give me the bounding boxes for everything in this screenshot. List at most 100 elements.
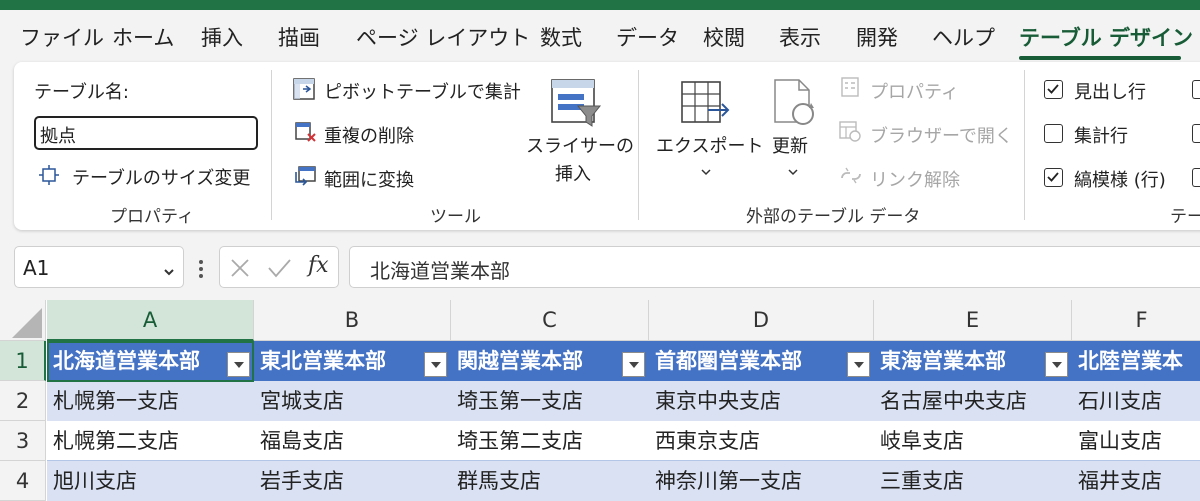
row-header-1[interactable]: 1	[0, 341, 46, 381]
table-cell[interactable]: 東京中央支店	[649, 381, 874, 421]
banded-rows-label: 縞模様 (行)	[1074, 170, 1166, 191]
tab-table-design[interactable]: テーブル デザイン	[1019, 22, 1193, 52]
group-separator	[271, 70, 272, 220]
table-cell[interactable]: 岐阜支店	[874, 421, 1072, 461]
table-cell[interactable]: 札幌第一支店	[47, 381, 254, 421]
tab-view[interactable]: 表示	[779, 22, 821, 52]
table-cell[interactable]: 宮城支店	[254, 381, 451, 421]
export-icon	[678, 76, 732, 130]
open-in-browser-button[interactable]: ブラウザーで開く	[870, 122, 1013, 148]
total-row-checkbox[interactable]	[1044, 124, 1063, 143]
table-header-cell[interactable]: 北陸営業本	[1072, 341, 1200, 381]
table-cell[interactable]: 埼玉第二支店	[451, 421, 649, 461]
name-box-value: A1	[23, 256, 50, 280]
table-cell[interactable]: 名古屋中央支店	[874, 381, 1072, 421]
filter-dropdown-icon[interactable]	[424, 352, 447, 377]
table-cell[interactable]: 福井支店	[1072, 461, 1200, 501]
column-header-b[interactable]: B	[254, 300, 451, 341]
convert-to-range-icon	[292, 164, 318, 190]
properties-icon	[840, 76, 860, 98]
remove-duplicates-icon	[294, 120, 318, 144]
total-row-label: 集計行	[1074, 126, 1128, 147]
column-header-e[interactable]: E	[874, 300, 1072, 341]
table-cell[interactable]: 富山支店	[1072, 421, 1200, 461]
tab-review[interactable]: 校閲	[703, 22, 745, 52]
table-cell[interactable]: 岩手支店	[254, 461, 451, 501]
table-name-input[interactable]: 拠点	[34, 116, 258, 150]
table-cell[interactable]: 石川支店	[1072, 381, 1200, 421]
pivot-table-icon	[292, 77, 316, 101]
table-header-cell[interactable]: 北海道営業本部	[47, 341, 254, 381]
summarize-pivot-button[interactable]: ピボットテーブルで集計	[324, 78, 521, 104]
refresh-button[interactable]: 更新	[772, 132, 808, 158]
remove-duplicates-button[interactable]: 重複の削除	[324, 122, 414, 148]
resize-table-button[interactable]: テーブルのサイズ変更	[72, 164, 250, 190]
header-text: 北海道営業本部	[53, 349, 200, 373]
insert-slicer-button[interactable]: スライサーの	[526, 132, 634, 158]
tab-page-layout[interactable]: ページ レイアウト	[356, 22, 530, 52]
table-header-cell[interactable]: 東海営業本部	[874, 341, 1072, 381]
table-cell[interactable]: 群馬支店	[451, 461, 649, 501]
group-separator	[638, 70, 639, 220]
tab-draw[interactable]: 描画	[278, 22, 320, 52]
checkbox-cut[interactable]	[1192, 168, 1200, 187]
group-separator	[1024, 70, 1025, 220]
table-cell[interactable]: 西東京支店	[649, 421, 874, 461]
row-header-2[interactable]: 2	[0, 381, 46, 421]
header-row-checkbox[interactable]	[1044, 80, 1063, 99]
formula-input[interactable]: 北海道営業本部	[349, 246, 1200, 288]
tab-developer[interactable]: 開発	[856, 22, 898, 52]
row-header-4[interactable]: 4	[0, 461, 46, 501]
tools-group-label: ツール	[430, 207, 481, 227]
filter-dropdown-icon[interactable]	[1045, 352, 1068, 377]
table-name-label: テーブル名:	[34, 82, 129, 103]
column-header-d[interactable]: D	[649, 300, 874, 341]
insert-slicer-icon	[548, 76, 604, 132]
column-header-a[interactable]: A	[47, 300, 254, 341]
external-properties-button[interactable]: プロパティ	[870, 78, 959, 104]
table-cell[interactable]: 三重支店	[874, 461, 1072, 501]
name-box[interactable]: A1	[14, 246, 184, 288]
header-text: 北陸営業本	[1078, 349, 1183, 373]
filter-dropdown-icon[interactable]	[622, 352, 645, 377]
convert-to-range-button[interactable]: 範囲に変換	[324, 166, 414, 192]
tab-data[interactable]: データ	[616, 22, 679, 52]
banded-rows-checkbox[interactable]	[1044, 168, 1063, 187]
more-options-icon[interactable]	[198, 258, 204, 280]
column-header-f[interactable]: F	[1072, 300, 1200, 341]
chevron-down-icon[interactable]	[163, 263, 175, 276]
external-data-group-label: 外部のテーブル データ	[746, 207, 921, 227]
header-text: 首都圏営業本部	[655, 349, 802, 373]
filter-dropdown-icon[interactable]	[227, 352, 250, 377]
tab-home[interactable]: ホーム	[112, 22, 174, 52]
filter-dropdown-icon[interactable]	[847, 352, 870, 377]
style-options-group-label: テー	[1170, 207, 1200, 227]
table-header-cell[interactable]: 東北営業本部	[254, 341, 451, 381]
tab-file[interactable]: ファイル	[20, 22, 104, 52]
header-row-label: 見出し行	[1074, 82, 1146, 103]
column-header-c[interactable]: C	[451, 300, 649, 341]
checkbox-cut[interactable]	[1192, 124, 1200, 143]
tab-formulas[interactable]: 数式	[540, 22, 582, 52]
table-cell[interactable]: 札幌第二支店	[47, 421, 254, 461]
checkbox-cut[interactable]	[1192, 80, 1200, 99]
table-header-cell[interactable]: 関越営業本部	[451, 341, 649, 381]
active-tab-indicator	[1019, 56, 1181, 60]
table-cell[interactable]: 旭川支店	[47, 461, 254, 501]
select-all-icon	[12, 308, 42, 338]
unlink-button[interactable]: リンク解除	[870, 166, 960, 192]
enter-icon[interactable]	[266, 256, 292, 280]
table-cell[interactable]: 福島支店	[254, 421, 451, 461]
tab-insert[interactable]: 挿入	[201, 22, 243, 52]
cancel-icon[interactable]	[228, 256, 252, 280]
checkmark-icon	[1047, 84, 1059, 94]
table-header-cell[interactable]: 首都圏営業本部	[649, 341, 874, 381]
checkmark-icon	[1047, 172, 1059, 182]
tab-help[interactable]: ヘルプ	[932, 22, 995, 52]
table-cell[interactable]: 神奈川第一支店	[649, 461, 874, 501]
insert-function-button[interactable]: fx	[308, 253, 329, 278]
select-all-corner[interactable]	[0, 300, 46, 341]
table-cell[interactable]: 埼玉第一支店	[451, 381, 649, 421]
row-header-3[interactable]: 3	[0, 421, 46, 461]
export-button[interactable]: エクスポート	[656, 132, 763, 158]
